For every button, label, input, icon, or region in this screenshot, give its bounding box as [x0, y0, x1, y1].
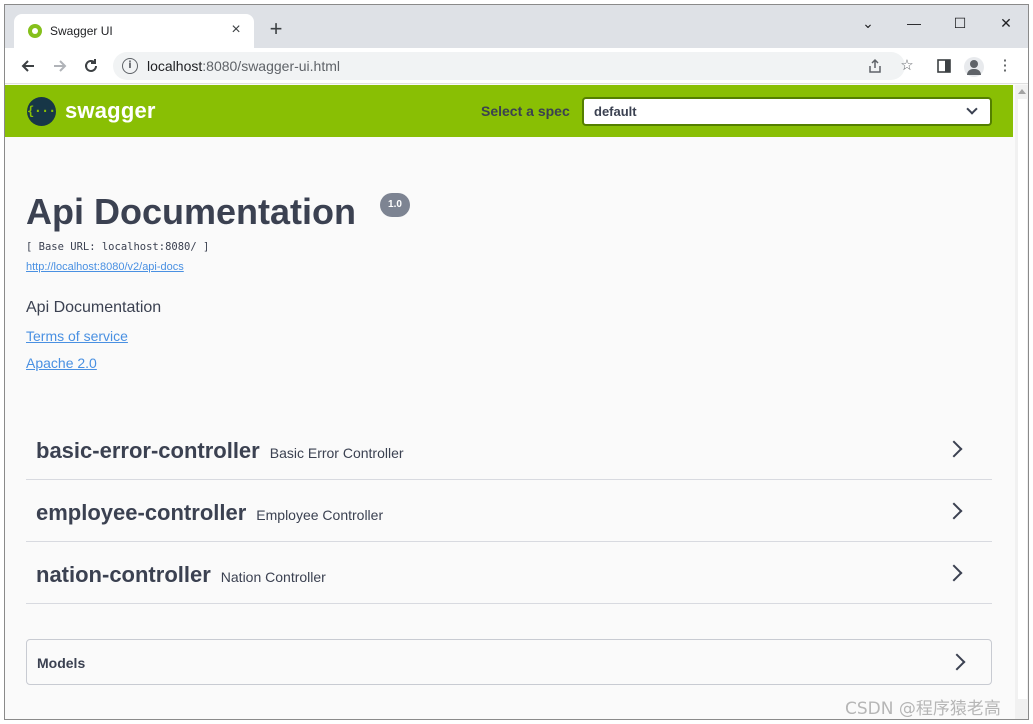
base-url: [ Base URL: localhost:8080/ ]: [26, 241, 210, 253]
select-spec-label: Select a spec: [481, 103, 570, 119]
controller-description: Basic Error Controller: [269, 445, 404, 461]
new-tab-button[interactable]: +: [264, 18, 288, 42]
spec-select[interactable]: default: [582, 97, 992, 126]
scrollbar-thumb[interactable]: [1018, 99, 1027, 699]
chevron-right-icon[interactable]: [948, 653, 966, 671]
reload-icon[interactable]: [78, 53, 104, 79]
url-text[interactable]: localhost:8080/swagger-ui.html: [147, 58, 340, 74]
models-label: Models: [37, 655, 86, 671]
vertical-scrollbar[interactable]: [1015, 85, 1028, 719]
chevron-down-icon: [966, 103, 978, 115]
tab-swagger-ui[interactable]: Swagger UI ×: [14, 14, 254, 48]
back-icon[interactable]: [15, 53, 41, 79]
terms-of-service-link[interactable]: Terms of service: [26, 328, 128, 344]
page-viewport: {···} swagger Select a spec default Api …: [5, 85, 1015, 719]
forward-icon[interactable]: [47, 53, 73, 79]
site-info-icon[interactable]: i: [122, 58, 138, 74]
address-bar[interactable]: i localhost:8080/swagger-ui.html ☆: [113, 52, 914, 80]
browser-window: Swagger UI × + ⌄ — ☐ ✕ i localhost:8080/…: [4, 4, 1029, 720]
chevron-right-icon[interactable]: [945, 502, 963, 520]
url-path: :8080/swagger-ui.html: [202, 58, 341, 74]
controller-name: employee-controller: [36, 500, 247, 525]
swagger-logo-icon[interactable]: {···}: [27, 97, 63, 126]
license-link[interactable]: Apache 2.0: [26, 355, 97, 371]
side-panel-icon[interactable]: [934, 56, 954, 76]
scroll-up-arrow-icon[interactable]: [1018, 89, 1026, 94]
tab-close-icon[interactable]: ×: [226, 20, 246, 40]
controller-section-employee[interactable]: employee-controller Employee Controller: [26, 480, 992, 542]
bookmark-star-icon[interactable]: ☆: [897, 56, 917, 76]
spec-select-value: default: [594, 104, 637, 119]
swagger-logo-text[interactable]: swagger: [65, 98, 156, 124]
tab-search-icon[interactable]: ⌄: [848, 9, 888, 37]
tab-title: Swagger UI: [50, 24, 113, 38]
maximize-button[interactable]: ☐: [940, 9, 980, 37]
browser-toolbar: i localhost:8080/swagger-ui.html ☆ ⋮: [5, 48, 1028, 84]
share-icon[interactable]: [865, 56, 885, 76]
controller-name: nation-controller: [36, 562, 211, 587]
controller-description: Nation Controller: [220, 569, 326, 585]
version-badge: 1.0: [380, 193, 410, 217]
watermark: CSDN @程序猿老高: [845, 699, 1001, 719]
controller-section-nation[interactable]: nation-controller Nation Controller: [26, 542, 992, 604]
minimize-button[interactable]: —: [894, 9, 934, 37]
models-section[interactable]: Models: [26, 639, 992, 685]
menu-icon[interactable]: ⋮: [995, 56, 1015, 76]
swagger-favicon-icon: [28, 24, 42, 38]
profile-icon[interactable]: [964, 57, 984, 77]
tab-strip: Swagger UI × + ⌄ — ☐ ✕: [5, 5, 1028, 48]
controller-name: basic-error-controller: [36, 438, 260, 463]
api-docs-link[interactable]: http://localhost:8080/v2/api-docs: [26, 261, 184, 273]
chevron-right-icon[interactable]: [945, 564, 963, 582]
api-description: Api Documentation: [26, 299, 162, 316]
swagger-topbar: {···} swagger Select a spec default: [5, 85, 1013, 137]
controller-section-basic-error[interactable]: basic-error-controller Basic Error Contro…: [26, 418, 992, 480]
controller-description: Employee Controller: [256, 507, 384, 523]
url-host: localhost: [147, 58, 203, 74]
chevron-right-icon[interactable]: [945, 440, 963, 458]
close-window-button[interactable]: ✕: [986, 9, 1026, 37]
api-title: Api Documentation: [26, 191, 356, 232]
